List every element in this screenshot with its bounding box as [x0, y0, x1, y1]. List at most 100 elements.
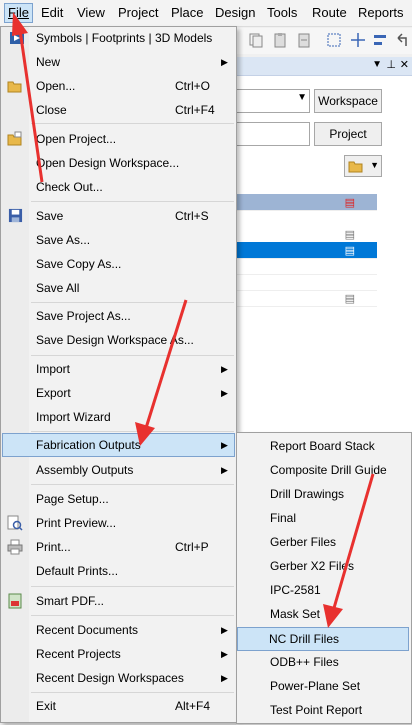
submenu-item-gerber-x2-files[interactable]: Gerber X2 Files — [239, 555, 409, 577]
menu-item-symbols-footprints[interactable]: Symbols | Footprints | 3D Models — [3, 27, 234, 49]
tree-row-selected[interactable]: ▤ — [237, 242, 377, 259]
pdf-icon — [8, 593, 22, 609]
submenu-item-composite-drill-guide[interactable]: Composite Drill Guide — [239, 459, 409, 481]
submenu-item-nc-drill-files[interactable]: NC Drill Files — [237, 627, 409, 651]
menu-item-recent-design-workspaces[interactable]: Recent Design Workspaces ▶ — [3, 667, 234, 689]
menu-item-import[interactable]: Import ▶ — [3, 358, 234, 380]
submenu-item-label: ODB++ Files — [270, 655, 339, 669]
menu-route[interactable]: Route — [309, 4, 350, 22]
menu-file[interactable]: File — [4, 3, 33, 23]
panel-header: ▼ ⊥ ✕ — [236, 57, 412, 76]
menu-item-print-preview[interactable]: Print Preview... — [3, 512, 234, 534]
open-folder-button[interactable]: ▼ — [344, 155, 382, 177]
close-icon[interactable]: ✕ — [400, 58, 409, 71]
submenu-item-power-plane-set[interactable]: Power-Plane Set — [239, 675, 409, 697]
pin-icon[interactable]: ⊥ — [386, 58, 396, 71]
menu-item-label: Check Out... — [36, 180, 103, 194]
paste-icon[interactable] — [272, 32, 288, 48]
align-icon[interactable] — [372, 32, 388, 48]
menu-item-label: Recent Projects — [36, 647, 121, 661]
menu-item-fabrication-outputs[interactable]: Fabrication Outputs ▶ — [2, 433, 235, 457]
project-field[interactable] — [236, 122, 310, 146]
submenu-item-label: Report Board Stack — [270, 439, 375, 453]
menu-item-save-copy-as[interactable]: Save Copy As... — [3, 253, 234, 275]
chevron-down-icon: ▼ — [370, 160, 379, 170]
menu-item-label: Open... — [36, 79, 76, 93]
menu-item-new[interactable]: New ▶ — [3, 51, 234, 73]
menu-item-open-design-workspace[interactable]: Open Design Workspace... — [3, 152, 234, 174]
undo-icon[interactable] — [394, 32, 410, 48]
menu-reports[interactable]: Reports — [355, 4, 407, 22]
menu-view[interactable]: View — [74, 4, 108, 22]
menu-item-save-design-workspace-as[interactable]: Save Design Workspace As... — [3, 329, 234, 351]
menu-separator — [31, 431, 234, 432]
submenu-item-label: Power-Plane Set — [270, 679, 361, 693]
save-icon — [8, 208, 23, 223]
menu-item-save-project-as[interactable]: Save Project As... — [3, 305, 234, 327]
menu-edit[interactable]: Edit — [38, 4, 66, 22]
menu-item-close[interactable]: Close Ctrl+F4 — [3, 99, 234, 121]
submenu-item-final[interactable]: Final — [239, 507, 409, 529]
menu-separator — [31, 484, 234, 485]
tree-row[interactable]: ▤ — [237, 290, 377, 307]
menu-item-label: Save Design Workspace As... — [36, 333, 194, 347]
submenu-item-odb-files[interactable]: ODB++ Files — [239, 651, 409, 673]
project-button[interactable]: Project — [314, 122, 382, 146]
submenu-item-drill-drawings[interactable]: Drill Drawings — [239, 483, 409, 505]
menu-item-export[interactable]: Export ▶ — [3, 382, 234, 404]
menu-item-label: Save As... — [36, 233, 91, 247]
menu-item-page-setup[interactable]: Page Setup... — [3, 488, 234, 510]
menu-item-smart-pdf[interactable]: Smart PDF... — [3, 590, 234, 612]
workspace-combo[interactable]: ▼ — [236, 89, 310, 113]
submenu-arrow-icon: ▶ — [221, 364, 228, 374]
menu-tools[interactable]: Tools — [264, 4, 300, 22]
menu-item-import-wizard[interactable]: Import Wizard — [3, 406, 234, 428]
menu-separator — [31, 123, 234, 124]
menu-design[interactable]: Design — [212, 4, 258, 22]
menu-item-open-project[interactable]: Open Project... — [3, 128, 234, 150]
submenu-item-test-point-report[interactable]: Test Point Report — [239, 699, 409, 721]
menu-item-assembly-outputs[interactable]: Assembly Outputs ▶ — [3, 459, 234, 481]
menu-item-save-all[interactable]: Save All — [3, 277, 234, 299]
submenu-item-gerber-files[interactable]: Gerber Files — [239, 531, 409, 553]
submenu-item-label: NC Drill Files — [269, 632, 339, 646]
submenu-item-mask-set[interactable]: Mask Set — [239, 603, 409, 625]
menu-item-recent-documents[interactable]: Recent Documents ▶ — [3, 619, 234, 641]
submenu-item-report-board-stack[interactable]: Report Board Stack — [239, 435, 409, 457]
menu-item-label: Smart PDF... — [36, 594, 105, 608]
menu-item-recent-projects[interactable]: Recent Projects ▶ — [3, 643, 234, 665]
folder-open-icon — [348, 161, 363, 173]
menu-item-save-as[interactable]: Save As... — [3, 229, 234, 251]
menu-item-check-out[interactable]: Check Out... — [3, 176, 234, 198]
paste-special-icon[interactable] — [296, 32, 312, 48]
menu-item-save[interactable]: Save Ctrl+S — [3, 205, 234, 227]
folder-open-icon — [7, 81, 22, 93]
submenu-item-label: Gerber Files — [270, 535, 337, 549]
menu-separator — [31, 586, 234, 587]
move-icon[interactable] — [350, 32, 366, 48]
menu-item-label: New — [36, 55, 61, 69]
workspace-button[interactable]: Workspace — [314, 89, 382, 113]
submenu-item-label: Mask Set — [270, 607, 321, 621]
menu-item-print[interactable]: Print... Ctrl+P — [3, 536, 234, 558]
menu-item-label: Open Project... — [36, 132, 117, 146]
menu-place[interactable]: Place — [168, 4, 207, 22]
menu-item-label: Page Setup... — [36, 492, 109, 506]
menu-item-exit[interactable]: Exit Alt+F4 — [3, 695, 234, 717]
document-icon: ▤ — [344, 245, 355, 257]
print-preview-icon — [7, 515, 23, 531]
menu-item-open[interactable]: Open... Ctrl+O — [3, 75, 234, 97]
library-icon — [10, 32, 24, 44]
panel-dropdown-icon[interactable]: ▼ — [372, 59, 382, 70]
menu-project[interactable]: Project — [115, 4, 161, 22]
copy-icon[interactable] — [248, 32, 264, 48]
menu-item-shortcut: Ctrl+S — [175, 209, 209, 223]
select-area-icon[interactable] — [326, 32, 342, 48]
submenu-item-ipc-2581[interactable]: IPC-2581 — [239, 579, 409, 601]
menu-item-default-prints[interactable]: Default Prints... — [3, 560, 234, 582]
submenu-arrow-icon: ▶ — [221, 388, 228, 398]
tree-row[interactable] — [237, 258, 377, 275]
tree-row[interactable] — [237, 274, 377, 291]
menu-item-shortcut: Ctrl+P — [175, 540, 209, 554]
tree-row[interactable]: ▤ — [237, 226, 377, 243]
